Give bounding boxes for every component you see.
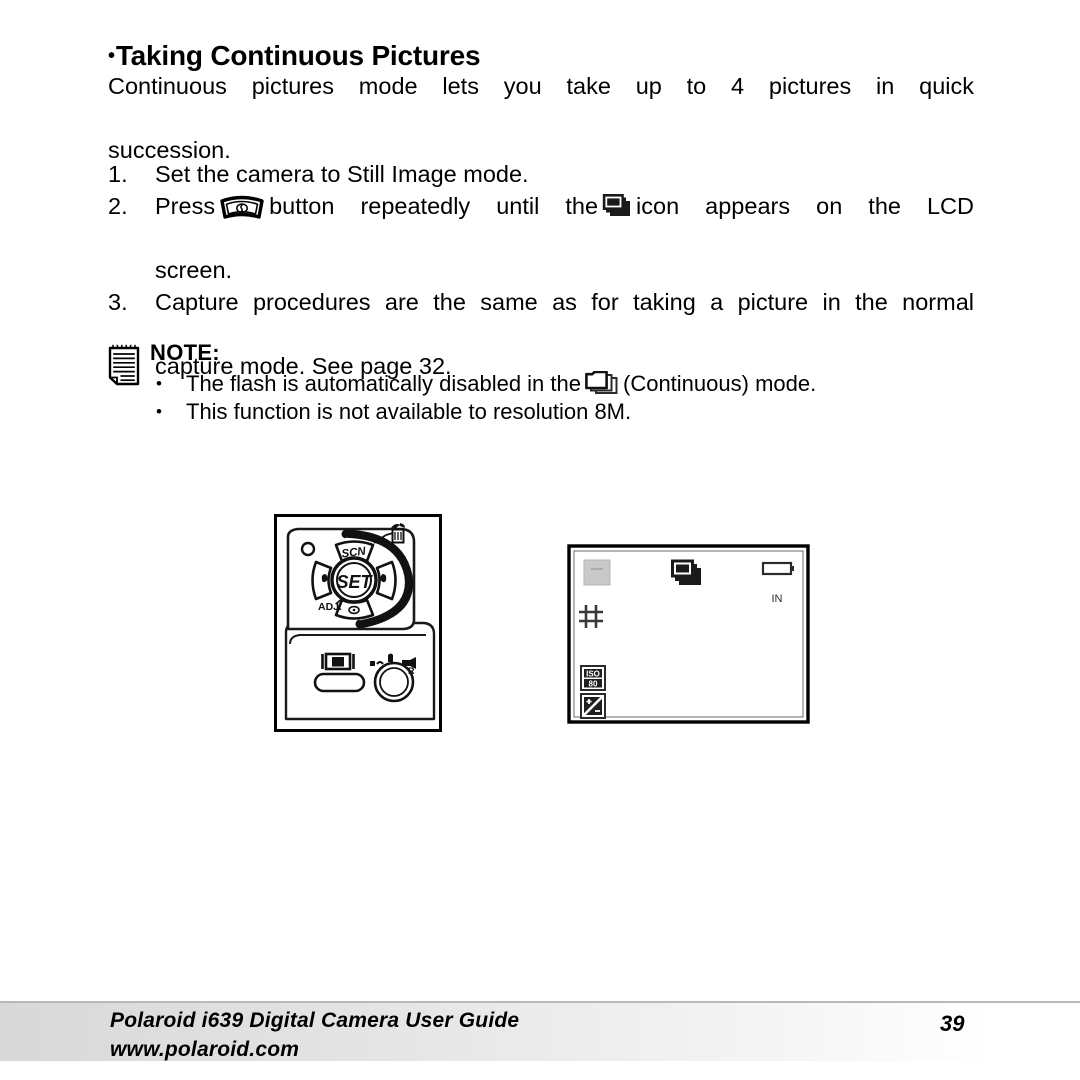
footer-text: Polaroid i639 Digital Camera User Guide … (110, 1006, 519, 1064)
exposure-compensation-icon (580, 693, 606, 719)
lcd-screen-diagram: IN ISO 80 (567, 544, 810, 724)
svg-text:ISO: ISO (586, 669, 600, 678)
step-text-line-1: Capture procedures are the same as for t… (155, 289, 974, 315)
note-title: NOTE: (150, 340, 220, 365)
notepad-icon (108, 344, 140, 386)
step-text-line-2: screen. (155, 257, 233, 283)
note-bullet-icon: • (156, 402, 162, 421)
step-text: Set the camera to Still Image mode. (155, 161, 529, 187)
note-item: • The flash is automatically disabled in … (150, 370, 968, 398)
memory-indicator-label: IN (772, 593, 783, 605)
note-item-text-before: The flash is automatically disabled in t… (186, 371, 581, 396)
note-item-text-after: (Continuous) mode. (623, 371, 817, 396)
step-item-2: 2. Press button repeatedly until the icon … (108, 190, 974, 286)
step-number: 2. (108, 193, 128, 219)
document-page: •Taking Continuous Pictures Continuous p… (0, 0, 1080, 1080)
step2-text-before: Press (155, 193, 216, 219)
battery-icon (761, 561, 794, 576)
footer-divider (0, 1001, 1080, 1003)
svg-text:80: 80 (589, 679, 598, 688)
heading-bullet-icon: • (108, 45, 115, 67)
step2-text-after: icon appears on the LCD (636, 193, 974, 219)
page-title: •Taking Continuous Pictures (108, 40, 481, 72)
resolution-indicator-icon (583, 559, 611, 586)
display-icon (321, 652, 355, 671)
numbered-steps-list: 1. Set the camera to Still Image mode. 2… (108, 158, 974, 382)
step-number: 1. (108, 161, 128, 187)
camera-back-panel-diagram: SET SCN ADJ. R (274, 514, 442, 732)
svg-text:R: R (408, 666, 415, 676)
step-text-line-1: Press button repeatedly until the icon app… (155, 190, 974, 254)
continuous-burst-outline-icon (585, 370, 619, 397)
footer-website: www.polaroid.com (110, 1038, 300, 1061)
continuous-burst-icon (602, 193, 632, 219)
intro-paragraph: Continuous pictures mode lets you take u… (108, 70, 974, 166)
note-item-text-before: This function is not available to resolu… (186, 399, 632, 424)
step-item-1: 1. Set the camera to Still Image mode. (108, 158, 974, 190)
note-bullet-icon: • (156, 374, 162, 393)
note-items-list: • The flash is automatically disabled in … (150, 370, 968, 426)
set-button-label: SET (336, 572, 373, 592)
step2-text-middle: button repeatedly until the (269, 193, 599, 219)
note-item: • This function is not available to resol… (150, 398, 968, 426)
mode-button-icon (219, 195, 265, 221)
intro-line-1: Continuous pictures mode lets you take u… (108, 73, 974, 99)
heading-text: Taking Continuous Pictures (115, 40, 481, 71)
footer-title: Polaroid i639 Digital Camera User Guide (110, 1009, 520, 1032)
iso-indicator-icon: ISO 80 (580, 665, 606, 691)
page-number: 39 (940, 1011, 965, 1036)
step-item-3: 3. Capture procedures are the same as fo… (108, 286, 974, 382)
step-number: 3. (108, 289, 128, 315)
